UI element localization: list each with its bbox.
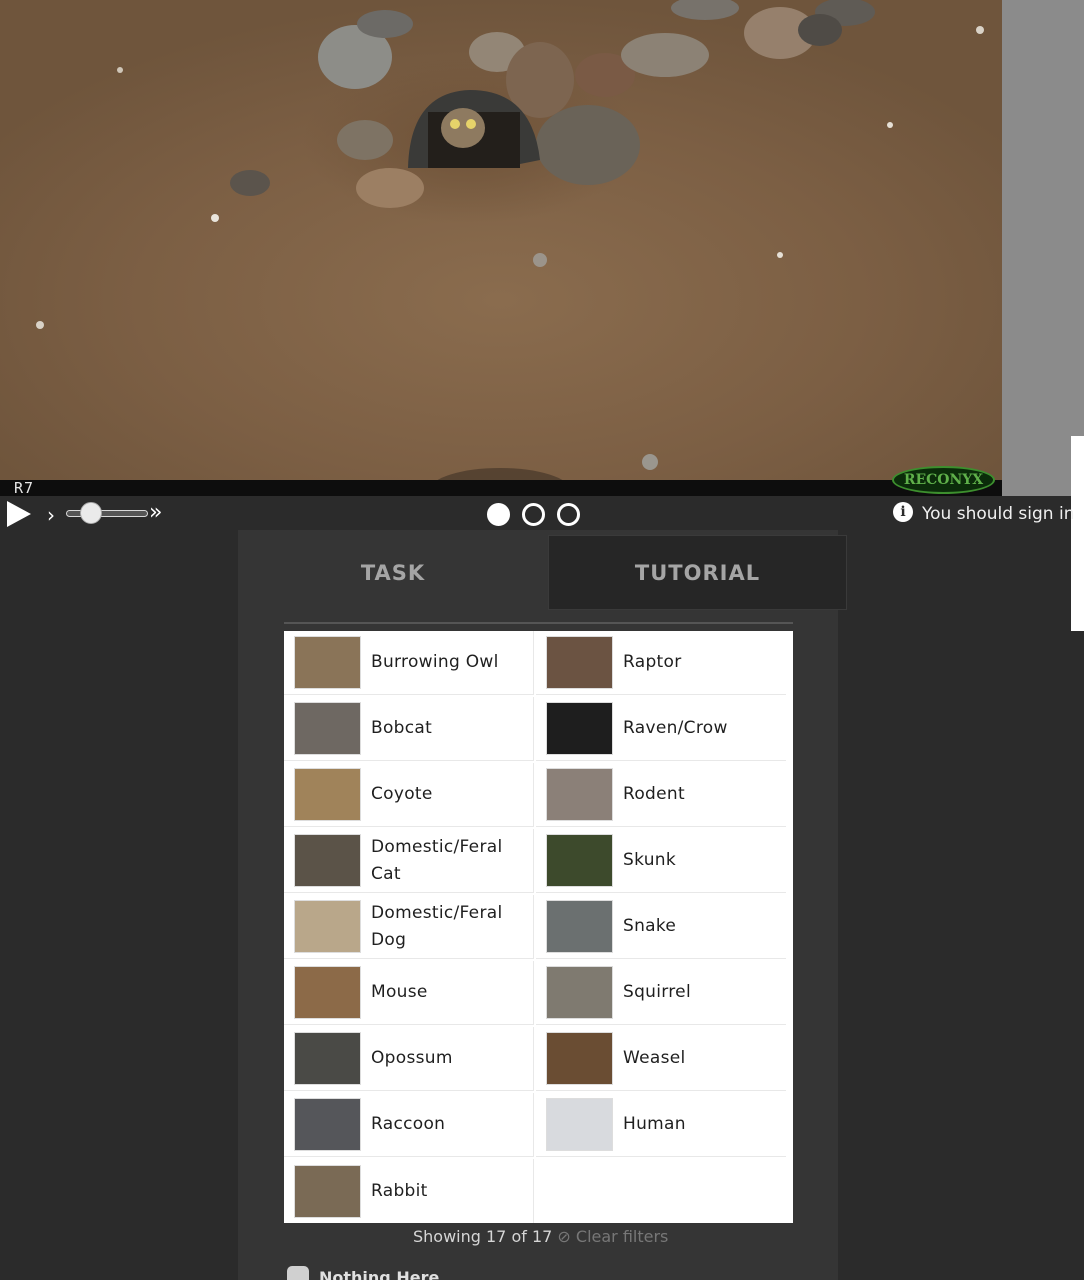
choice-label: Burrowing Owl — [371, 652, 499, 672]
choice-label: Raptor — [623, 652, 682, 672]
choice-label: Domestic/Feral Dog — [371, 902, 503, 950]
play-icon — [7, 501, 31, 527]
coyote-thumbnail — [294, 768, 361, 821]
double-chevron-right-icon: » — [149, 500, 163, 525]
choice-label: Mouse — [371, 982, 428, 1002]
burrowing-owl-thumbnail — [294, 636, 361, 689]
choice-label: Skunk — [623, 850, 677, 870]
camera-trap-photo — [36, 0, 984, 496]
choice-rodent[interactable]: Rodent — [536, 763, 786, 827]
tab-tutorial[interactable]: TUTORIAL — [548, 535, 847, 610]
choice-label: Rabbit — [371, 1180, 428, 1201]
step-forward-button[interactable]: › — [47, 503, 55, 527]
weasel-thumbnail — [546, 1032, 613, 1085]
nothing-here-label: Nothing Here — [319, 1267, 440, 1280]
frame-slider-track[interactable] — [66, 510, 148, 517]
rodent-thumbnail — [546, 768, 613, 821]
squirrel-thumbnail — [546, 966, 613, 1019]
choice-domestic-feral-dog[interactable]: Domestic/Feral Dog — [284, 895, 534, 959]
frame-dot-2[interactable] — [522, 503, 545, 526]
raven-crow-thumbnail — [546, 702, 613, 755]
choice-label: Bobcat — [371, 718, 433, 738]
choice-label: Weasel — [623, 1048, 686, 1068]
choice-human[interactable]: Human — [536, 1093, 786, 1157]
choice-label: Raven/Crow — [623, 718, 728, 738]
choice-snake[interactable]: Snake — [536, 895, 786, 959]
nothing-here-checkbox[interactable] — [287, 1266, 309, 1280]
frame-slider-handle[interactable] — [80, 502, 102, 524]
frame-dot-1[interactable] — [487, 503, 510, 526]
rabbit-thumbnail — [294, 1164, 361, 1218]
domestic-cat-thumbnail — [294, 834, 361, 887]
brand-logo: RECONYX — [892, 466, 995, 494]
frame-dot-3[interactable] — [557, 503, 580, 526]
choice-label: Domestic/Feral Cat — [371, 836, 503, 884]
camera-info-strip — [0, 480, 1002, 496]
play-button[interactable] — [5, 500, 33, 528]
choice-label: Human — [623, 1114, 686, 1134]
species-choice-grid: Burrowing Owl Raptor Bobcat Raven/Crow C… — [284, 631, 793, 1223]
choice-raptor[interactable]: Raptor — [536, 631, 786, 695]
choice-label: Snake — [623, 916, 677, 936]
tab-divider — [284, 622, 793, 624]
choice-label: Squirrel — [623, 982, 691, 1002]
domestic-dog-thumbnail — [294, 900, 361, 953]
choice-burrowing-owl[interactable]: Burrowing Owl — [284, 631, 534, 695]
showing-count: Showing 17 of 17 — [413, 1227, 553, 1246]
side-drawer-tab[interactable] — [1071, 436, 1084, 631]
raptor-thumbnail — [546, 636, 613, 689]
bobcat-thumbnail — [294, 702, 361, 755]
ban-icon: ⊘ — [557, 1227, 571, 1246]
choice-domestic-feral-cat[interactable]: Domestic/Feral Cat — [284, 829, 534, 893]
info-icon: i — [893, 502, 913, 522]
choice-label: Opossum — [371, 1048, 453, 1068]
clear-filters-label: Clear filters — [575, 1227, 669, 1246]
choice-skunk[interactable]: Skunk — [536, 829, 786, 893]
choice-opossum[interactable]: Opossum — [284, 1027, 534, 1091]
choice-squirrel[interactable]: Squirrel — [536, 961, 786, 1025]
nothing-here-option[interactable]: Nothing Here — [287, 1266, 439, 1280]
choice-coyote[interactable]: Coyote — [284, 763, 534, 827]
human-thumbnail — [546, 1098, 613, 1151]
opossum-thumbnail — [294, 1032, 361, 1085]
clear-filters-button[interactable]: ⊘ Clear filters — [557, 1227, 668, 1246]
image-side-margin — [1002, 0, 1084, 496]
choice-raven-crow[interactable]: Raven/Crow — [536, 697, 786, 761]
choice-label: Raccoon — [371, 1114, 446, 1134]
chevron-right-icon: › — [47, 503, 55, 527]
camera-model-label: R7 — [14, 479, 35, 497]
signin-notice: You should sign in — [922, 504, 1075, 524]
snake-thumbnail — [546, 900, 613, 953]
choice-mouse[interactable]: Mouse — [284, 961, 534, 1025]
choice-bobcat[interactable]: Bobcat — [284, 697, 534, 761]
choice-label: Rodent — [623, 784, 685, 804]
choice-rabbit[interactable]: Rabbit — [284, 1159, 534, 1223]
fast-forward-button[interactable]: » — [149, 500, 162, 525]
filter-status: Showing 17 of 17 ⊘ Clear filters — [413, 1227, 668, 1246]
choice-weasel[interactable]: Weasel — [536, 1027, 786, 1091]
raccoon-thumbnail — [294, 1098, 361, 1151]
mouse-thumbnail — [294, 966, 361, 1019]
frame-selector — [487, 503, 580, 526]
choice-label: Coyote — [371, 784, 433, 804]
tab-task[interactable]: TASK — [238, 535, 548, 610]
choice-raccoon[interactable]: Raccoon — [284, 1093, 534, 1157]
skunk-thumbnail — [546, 834, 613, 887]
subject-image — [0, 0, 1002, 496]
